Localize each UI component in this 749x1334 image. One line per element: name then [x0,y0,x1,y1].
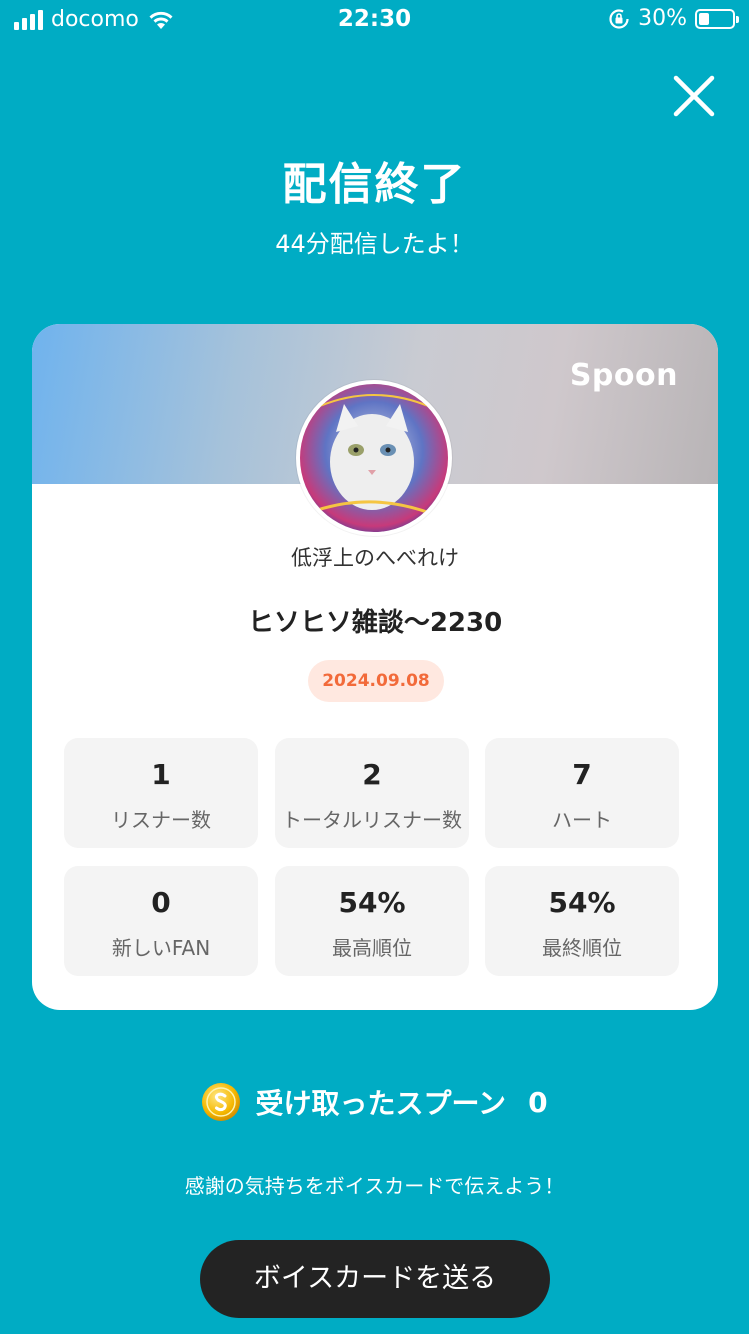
stat-value: 54% [338,886,406,919]
page-subtitle: 44分配信したよ！ [275,230,474,258]
stat-value: 1 [151,758,171,791]
stat-value: 2 [362,758,382,791]
spoon-logo: Spoon [569,358,678,393]
stat-listeners: 1 リスナー数 [64,738,258,848]
battery-fill [699,12,709,25]
spoons-count: 0 [528,1085,548,1119]
stat-label: ハート [552,808,612,832]
page-title: 配信終了 [282,159,467,210]
stat-hearts: 7 ハート [485,738,679,848]
stat-label: 最終順位 [542,936,622,960]
stat-new-fans: 0 新しいFAN [64,866,258,976]
stat-label: 新しいFAN [111,936,211,960]
spoon-coin-icon [202,1083,241,1121]
close-icon[interactable] [672,74,716,118]
stat-value: 7 [572,758,592,791]
stat-value: 54% [548,886,616,919]
battery-icon [695,8,739,29]
stat-value: 0 [151,886,171,919]
host-name: 低浮上のへべれけ [291,546,459,570]
date-badge: 2024.09.08 [308,660,444,702]
stat-total-listeners: 2 トータルリスナー数 [275,738,469,848]
avatar[interactable] [296,380,452,536]
avatar-image [300,384,448,532]
stat-label: 最高順位 [332,936,412,960]
live-title: ヒソヒソ雑談～2230 [247,608,503,638]
stat-final-rank: 54% 最終順位 [485,866,679,976]
spoons-label: 受け取ったスプーン [255,1087,507,1120]
battery-percent: 30% [638,6,687,31]
spoons-received: 受け取ったスプーン 0 [0,1082,749,1122]
stat-best-rank: 54% 最高順位 [275,866,469,976]
thanks-text: 感謝の気持ちをボイスカードで伝えよう！ [184,1174,565,1198]
stat-label: トータルリスナー数 [282,808,462,832]
stat-label: リスナー数 [111,808,211,832]
status-bar: docomo 22:30 30% [0,0,749,42]
live-summary-card: Spoon 低浮上のへべれけ ヒソヒソ雑談～2230 2024.09.08 1 … [32,324,718,1010]
status-right: 30% [608,6,739,31]
send-voice-card-button[interactable]: ボイスカードを送る [200,1240,550,1318]
rotation-lock-icon [609,8,629,29]
